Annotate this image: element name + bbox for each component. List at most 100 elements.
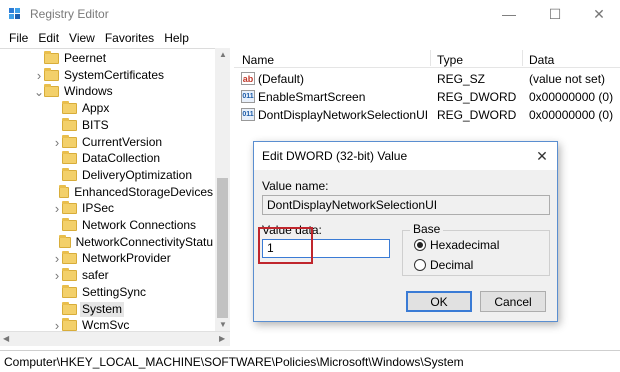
column-divider[interactable] (430, 50, 431, 66)
column-divider[interactable] (522, 50, 523, 66)
scroll-right-icon[interactable]: ▶ (219, 334, 225, 343)
column-data-header[interactable]: Data (529, 53, 554, 67)
folder-icon (62, 118, 77, 131)
chevron-right-icon[interactable]: › (52, 267, 62, 284)
column-type-header[interactable]: Type (437, 53, 463, 67)
tree-item-label: Network Connections (82, 218, 197, 232)
value-data: 0x00000000 (0) (529, 108, 614, 122)
string-value-icon: ab (241, 72, 255, 85)
tree-item[interactable]: › IPSec (0, 200, 215, 217)
tree-item[interactable]: › WcmSvc (0, 317, 215, 331)
menu-file[interactable]: File (4, 31, 33, 45)
tree-item-label: Appx (82, 101, 110, 115)
close-icon: ✕ (536, 147, 548, 164)
chevron-down-icon[interactable]: ⌄ (34, 83, 44, 100)
value-row[interactable]: ab (Default) REG_SZ (value not set) (234, 70, 620, 88)
menu-edit[interactable]: Edit (33, 31, 64, 45)
maximize-button[interactable]: ☐ (532, 0, 578, 28)
tree-horizontal-scrollbar[interactable]: ◀ ▶ (0, 331, 230, 346)
tree-item[interactable]: › CurrentVersion (0, 134, 215, 151)
cancel-button[interactable]: Cancel (480, 291, 546, 312)
chevron-right-icon[interactable]: › (52, 317, 62, 331)
decimal-radio[interactable]: Decimal (414, 258, 473, 272)
tree-vertical-scrollbar[interactable]: ▲ ▼ (215, 48, 230, 331)
tree-item-label: EnhancedStorageDevices (74, 185, 213, 199)
dword-value-icon: 011 (241, 108, 255, 121)
tree-item-label: Peernet (64, 51, 107, 65)
chevron-right-icon[interactable]: › (52, 200, 62, 217)
tree-item-label: CurrentVersion (82, 135, 163, 149)
folder-icon (62, 101, 77, 114)
folder-icon (62, 318, 77, 331)
folder-icon (62, 218, 77, 231)
dialog-title: Edit DWORD (32-bit) Value (262, 149, 408, 163)
tree-item[interactable]: Peernet (0, 50, 215, 67)
value-row[interactable]: 011 EnableSmartScreen REG_DWORD 0x000000… (234, 88, 620, 106)
radio-unselected-icon[interactable] (414, 259, 426, 271)
close-button[interactable]: ✕ (576, 0, 620, 28)
scroll-up-icon[interactable]: ▲ (219, 50, 227, 59)
chevron-right-icon[interactable]: › (52, 250, 62, 267)
scroll-left-icon[interactable]: ◀ (3, 334, 9, 343)
folder-icon (44, 51, 59, 64)
value-type: REG_DWORD (437, 90, 517, 104)
folder-icon (44, 68, 59, 81)
ok-button[interactable]: OK (406, 291, 472, 312)
value-data: 0x00000000 (0) (529, 90, 614, 104)
tree-item[interactable]: NetworkConnectivityStatu (0, 234, 215, 251)
value-type: REG_SZ (437, 72, 486, 86)
chevron-right-icon[interactable]: › (34, 67, 44, 84)
folder-icon (44, 84, 59, 97)
tree-item[interactable]: › safer (0, 267, 215, 284)
tree-scroll-thumb[interactable] (217, 178, 228, 318)
tree-item-label: safer (82, 268, 109, 282)
tree-item[interactable]: DeliveryOptimization (0, 167, 215, 184)
tree-item-label: Windows (64, 84, 113, 98)
base-group-label: Base (410, 222, 444, 236)
maximize-icon: ☐ (548, 5, 562, 22)
tree-item[interactable]: BITS (0, 117, 215, 134)
scroll-down-icon[interactable]: ▼ (219, 320, 227, 329)
tree-item-label: DeliveryOptimization (82, 168, 193, 182)
folder-icon (59, 235, 71, 248)
tree-item[interactable]: SettingSync (0, 284, 215, 301)
chevron-right-icon[interactable]: › (52, 134, 62, 151)
title-bar: Registry Editor — ☐ ✕ (0, 0, 620, 28)
tree-item[interactable]: DataCollection (0, 150, 215, 167)
tree-item[interactable]: › SystemCertificates (0, 67, 215, 84)
menu-help[interactable]: Help (159, 31, 194, 45)
minimize-icon: — (502, 6, 516, 22)
radio-selected-icon[interactable] (414, 239, 426, 251)
tree-item[interactable]: › NetworkProvider (0, 250, 215, 267)
value-name: DontDisplayNetworkSelectionUI (258, 108, 429, 122)
registry-editor-icon (9, 8, 20, 19)
menu-view[interactable]: View (64, 31, 100, 45)
hexadecimal-radio[interactable]: Hexadecimal (414, 238, 499, 252)
dialog-close-button[interactable]: ✕ (531, 145, 553, 167)
tree-item-label: DataCollection (82, 151, 161, 165)
folder-icon (58, 185, 70, 198)
column-name-header[interactable]: Name (242, 53, 274, 67)
dialog-title-bar: Edit DWORD (32-bit) Value ✕ (254, 142, 557, 170)
annotation-highlight-box (258, 227, 313, 264)
tree-item[interactable]: Appx (0, 100, 215, 117)
tree-item-label: IPSec (82, 201, 115, 215)
menu-favorites[interactable]: Favorites (100, 31, 159, 45)
tree-item[interactable]: Network Connections (0, 217, 215, 234)
tree-item[interactable]: EnhancedStorageDevices (0, 184, 215, 201)
close-icon: ✕ (593, 5, 605, 22)
value-name-label: Value name: (262, 179, 329, 193)
registry-key-tree[interactable]: Peernet › SystemCertificates ⌄ Windows Appx BI… (0, 48, 230, 331)
window-title: Registry Editor (30, 7, 109, 21)
folder-icon (62, 302, 77, 315)
tree-item[interactable]: System (0, 301, 215, 318)
value-row[interactable]: 011 DontDisplayNetworkSelectionUI REG_DW… (234, 106, 620, 124)
minimize-button[interactable]: — (486, 0, 532, 28)
tree-item[interactable]: ⌄ Windows (0, 83, 215, 100)
